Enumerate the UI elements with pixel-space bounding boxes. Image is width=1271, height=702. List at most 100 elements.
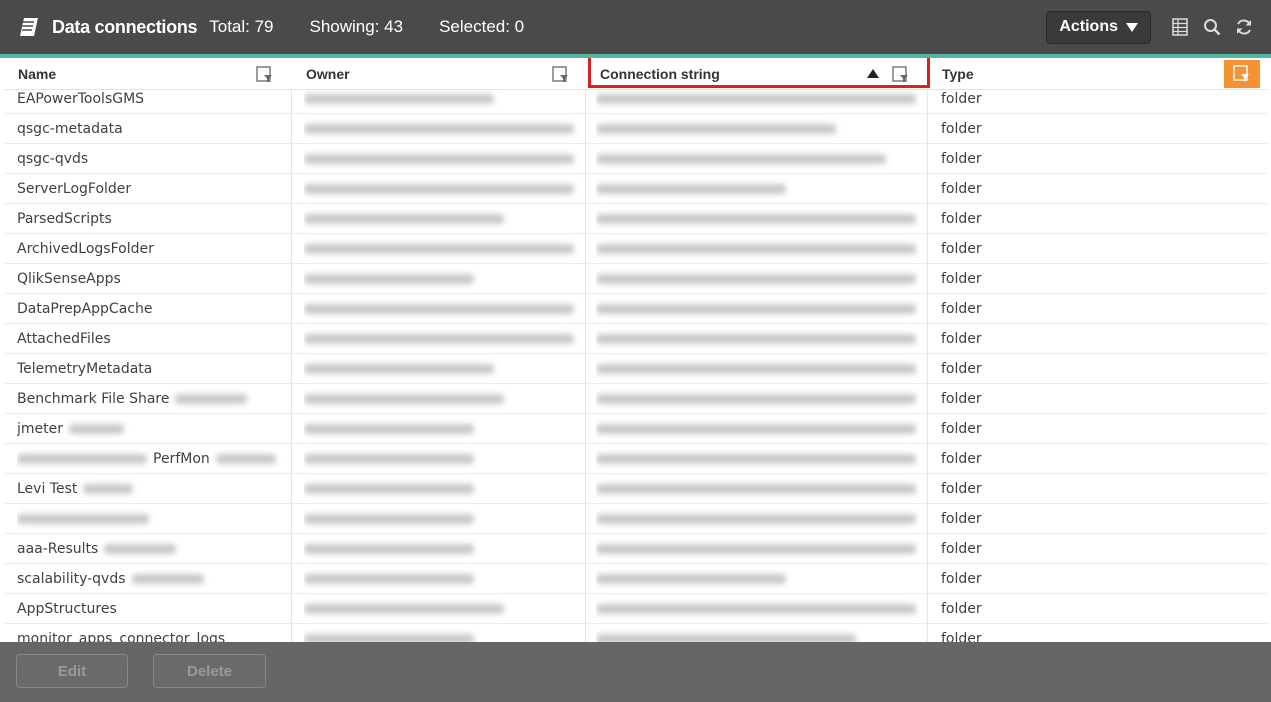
actions-button[interactable]: Actions <box>1046 10 1151 44</box>
connection-string-cell <box>596 264 922 294</box>
connection-string-cell <box>596 594 922 624</box>
type-cell: folder <box>941 631 982 642</box>
table-row[interactable]: aaa-Results folder <box>4 534 1267 564</box>
redacted-text <box>596 454 916 464</box>
table-row[interactable]: ArchivedLogsFolder folder <box>4 234 1267 264</box>
owner-cell <box>304 444 580 474</box>
search-icon[interactable] <box>1201 16 1223 38</box>
owner-cell <box>304 204 580 234</box>
type-cell: folder <box>941 301 982 317</box>
connection-string-cell <box>596 204 922 234</box>
type-cell: folder <box>941 331 982 347</box>
table-row[interactable]: PerfMon folder <box>4 444 1267 474</box>
owner-cell <box>304 534 580 564</box>
name-cell: ServerLogFolder <box>17 174 287 204</box>
delete-button[interactable]: Delete <box>153 654 266 688</box>
name-cell <box>17 504 287 534</box>
name-cell: Benchmark File Share <box>17 384 287 414</box>
name-text: PerfMon <box>153 451 210 467</box>
redacted-text <box>304 364 494 374</box>
filter-icon <box>1233 65 1249 81</box>
redacted-text <box>69 424 124 434</box>
redacted-text <box>596 574 786 584</box>
column-header-label: Type <box>942 66 974 82</box>
table-row[interactable]: ServerLogFolder folder <box>4 174 1267 204</box>
redacted-text <box>596 274 916 284</box>
name-text: Levi Test <box>17 481 78 497</box>
name-text: QlikSenseApps <box>17 271 121 287</box>
redacted-text <box>215 454 276 464</box>
redacted-text <box>596 94 916 104</box>
table-row[interactable]: AttachedFiles folder <box>4 324 1267 354</box>
owner-cell <box>304 354 580 384</box>
refresh-icon[interactable] <box>1233 16 1255 38</box>
redacted-text <box>596 544 916 554</box>
table-row[interactable]: folder <box>4 504 1267 534</box>
top-bar-right: Actions <box>1046 0 1255 54</box>
connection-string-cell <box>596 474 922 504</box>
name-text: jmeter <box>17 421 63 437</box>
column-header-type[interactable]: Type <box>928 58 1218 90</box>
table-icon[interactable] <box>1169 16 1191 38</box>
redacted-text <box>17 514 149 524</box>
redacted-text <box>596 124 836 134</box>
redacted-text <box>596 334 916 344</box>
redacted-text <box>596 514 916 524</box>
connection-string-cell <box>596 384 922 414</box>
name-text: scalability-qvds <box>17 571 126 587</box>
column-header-name[interactable]: Name <box>4 58 291 90</box>
owner-cell <box>304 474 580 504</box>
connection-string-cell <box>596 504 922 534</box>
name-cell: Levi Test <box>17 474 287 504</box>
redacted-text <box>83 484 134 494</box>
name-cell: qsgc-metadata <box>17 114 287 144</box>
connection-string-cell <box>596 324 922 354</box>
table-row[interactable]: DataPrepAppCache folder <box>4 294 1267 324</box>
table-row[interactable]: Benchmark File Share folder <box>4 384 1267 414</box>
type-cell: folder <box>941 511 982 527</box>
redacted-text <box>304 484 474 494</box>
redacted-text <box>596 244 916 254</box>
name-text: DataPrepAppCache <box>17 301 153 317</box>
type-cell: folder <box>941 481 982 497</box>
table-row[interactable]: qsgc-qvds folder <box>4 144 1267 174</box>
name-cell: AttachedFiles <box>17 324 287 354</box>
name-cell: monitor_apps_connector_logs <box>17 624 287 642</box>
name-cell: TelemetryMetadata <box>17 354 287 384</box>
connection-string-cell <box>596 414 922 444</box>
selected-count: Selected: 0 <box>439 17 525 36</box>
table-row[interactable]: ParsedScripts folder <box>4 204 1267 234</box>
edit-button[interactable]: Edit <box>16 654 128 688</box>
table-row[interactable]: qsgc-metadata folder <box>4 114 1267 144</box>
type-cell: folder <box>941 571 982 587</box>
table-row[interactable]: jmeter folder <box>4 414 1267 444</box>
redacted-text <box>304 634 474 642</box>
table-row[interactable]: Levi Test folder <box>4 474 1267 504</box>
connection-string-cell <box>596 564 922 594</box>
redacted-text <box>131 574 204 584</box>
name-text: qsgc-qvds <box>17 151 89 167</box>
type-filter-button[interactable] <box>1224 60 1260 88</box>
redacted-text <box>304 424 474 434</box>
highlight-box <box>588 58 930 88</box>
redacted-text <box>304 544 474 554</box>
column-divider <box>291 58 292 642</box>
table-row[interactable]: QlikSenseApps folder <box>4 264 1267 294</box>
filter-icon[interactable] <box>552 66 570 84</box>
top-bar: Data connections Total: 79 Showing: 43 S… <box>0 0 1271 58</box>
table-row[interactable]: scalability-qvds folder <box>4 564 1267 594</box>
total-count: Total: 79 <box>209 17 274 36</box>
owner-cell <box>304 114 580 144</box>
table-row[interactable]: AppStructures folder <box>4 594 1267 624</box>
table-row[interactable]: monitor_apps_connector_logs folder <box>4 624 1267 642</box>
connection-string-cell <box>596 144 922 174</box>
table-row[interactable]: TelemetryMetadata folder <box>4 354 1267 384</box>
column-header-label: Owner <box>306 66 350 82</box>
filter-icon[interactable] <box>256 66 274 84</box>
type-cell: folder <box>941 181 982 197</box>
column-divider <box>585 58 586 642</box>
column-header-owner[interactable]: Owner <box>292 58 585 90</box>
redacted-text <box>304 394 504 404</box>
redacted-text <box>304 454 474 464</box>
column-divider <box>927 58 928 642</box>
